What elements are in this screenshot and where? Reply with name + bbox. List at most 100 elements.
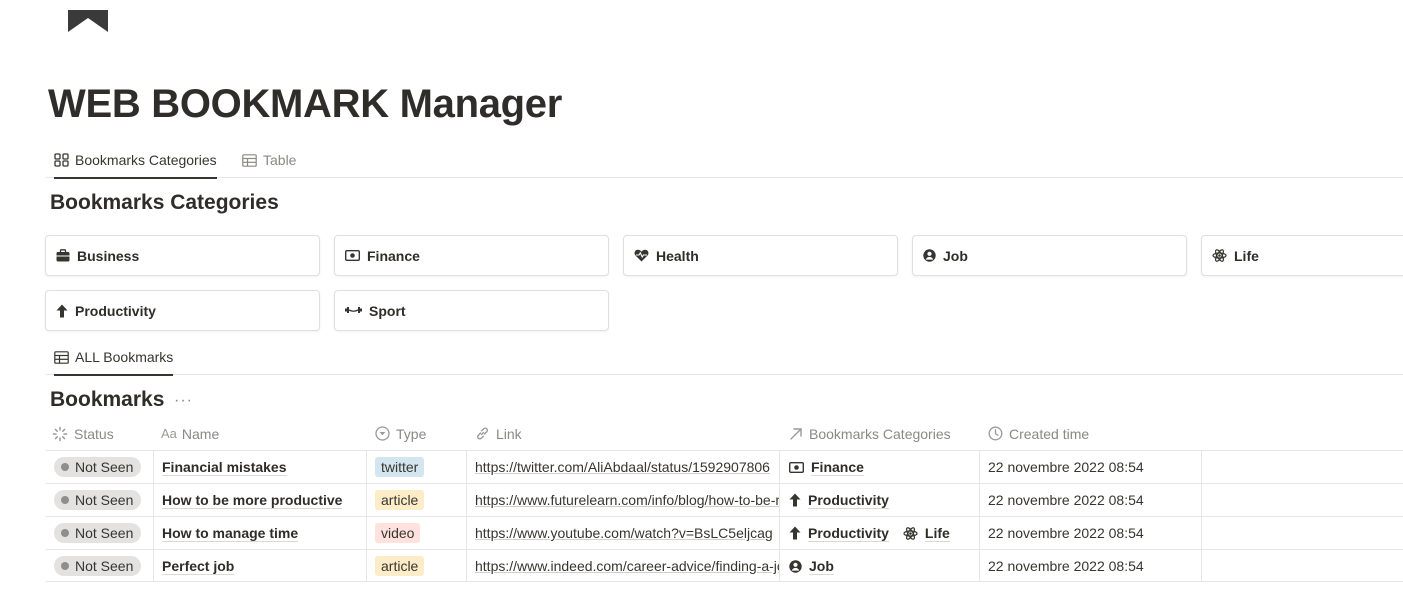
category-card-sport[interactable]: Sport (334, 290, 609, 331)
bookmark-name[interactable]: How to manage time (162, 525, 299, 542)
tab-bookmarks-categories[interactable]: Bookmarks Categories (54, 142, 217, 179)
bookmark-name[interactable]: How to be more productive (162, 492, 343, 509)
created-time-cell: 22 novembre 2022 08:54 (988, 484, 1144, 516)
link-cell[interactable]: https://www.youtube.com/watch?v=BsLC5elj… (475, 517, 779, 549)
view-tabs-bottom: ALL Bookmarks (46, 339, 1403, 376)
page-title[interactable]: WEB BOOKMARK Manager (48, 82, 562, 127)
status-cell[interactable]: Not Seen (54, 484, 142, 516)
categories-section-title[interactable]: Bookmarks Categories (50, 191, 279, 215)
bookmarks-section-title[interactable]: Bookmarks (50, 388, 164, 412)
column-header-label: Created time (1009, 425, 1090, 442)
category-card-label: Health (656, 247, 699, 264)
status-badge: Not Seen (54, 457, 142, 477)
table-row[interactable]: Not Seen Financial mistakes twitter http… (46, 450, 1403, 483)
bookmark-link[interactable]: https://twitter.com/AliAbdaal/status/159… (475, 459, 770, 475)
arrow-up-icon (789, 526, 801, 540)
tab-label: Table (263, 152, 297, 168)
link-cell[interactable]: https://www.futurelearn.com/info/blog/ho… (475, 484, 779, 516)
categories-cell[interactable]: Productivity (789, 484, 977, 516)
gallery-icon (54, 153, 69, 167)
column-header-label: Bookmarks Categories (809, 425, 951, 442)
type-cell[interactable]: article (375, 550, 425, 582)
status-text: Not Seen (75, 558, 134, 574)
heart-pulse-icon (634, 249, 649, 262)
created-time-cell: 22 novembre 2022 08:54 (988, 517, 1144, 549)
status-text: Not Seen (75, 525, 134, 541)
column-header-label: Type (396, 425, 427, 442)
category-card-business[interactable]: Business (45, 235, 320, 276)
category-relation-label: Job (809, 557, 834, 575)
type-tag: video (375, 523, 421, 543)
category-relation-life[interactable]: Life (903, 525, 950, 542)
column-header-type[interactable]: Type (375, 417, 426, 450)
name-cell[interactable]: Financial mistakes (162, 451, 362, 483)
status-badge: Not Seen (54, 556, 142, 576)
column-header-bookmarks-categories[interactable]: Bookmarks Categories (789, 417, 951, 450)
category-card-label: Job (943, 247, 968, 264)
tab-all-bookmarks[interactable]: ALL Bookmarks (54, 339, 174, 376)
table-icon (54, 350, 69, 364)
table-icon (242, 153, 257, 167)
category-card-life[interactable]: Life (1201, 235, 1403, 276)
categories-cell[interactable]: Finance (789, 451, 977, 483)
category-relation-productivity[interactable]: Productivity (789, 492, 889, 509)
link-cell[interactable]: https://www.indeed.com/career-advice/fin… (475, 550, 779, 582)
categories-cell[interactable]: Job (789, 550, 977, 582)
column-header-name[interactable]: Aa Name (161, 417, 219, 450)
created-time: 22 novembre 2022 08:54 (988, 525, 1144, 541)
category-card-job[interactable]: Job (912, 235, 1187, 276)
view-tabs-top: Bookmarks Categories Table (46, 142, 1403, 179)
bookmark-link[interactable]: https://www.youtube.com/watch?v=BsLC5elj… (475, 525, 773, 541)
table-row[interactable]: Not Seen How to manage time video https:… (46, 516, 1403, 549)
created-time: 22 novembre 2022 08:54 (988, 558, 1144, 574)
clock-icon (988, 426, 1003, 441)
more-options-icon[interactable]: ··· (174, 392, 193, 410)
link-cell[interactable]: https://twitter.com/AliAbdaal/status/159… (475, 451, 779, 483)
status-text: Not Seen (75, 459, 134, 475)
type-cell[interactable]: article (375, 484, 425, 516)
categories-cell[interactable]: Productivity Life (789, 517, 977, 549)
tab-table[interactable]: Table (242, 142, 296, 178)
table-header: Status Aa Name Type Link Bookmarks Categ… (46, 417, 1403, 450)
created-time: 22 novembre 2022 08:54 (988, 492, 1144, 508)
atom-icon (903, 526, 918, 540)
bookmark-name[interactable]: Perfect job (162, 558, 235, 575)
created-time: 22 novembre 2022 08:54 (988, 459, 1144, 475)
name-cell[interactable]: Perfect job (162, 550, 362, 582)
status-badge: Not Seen (54, 523, 142, 543)
category-relation-job[interactable]: Job (789, 558, 834, 575)
status-cell[interactable]: Not Seen (54, 451, 142, 483)
bookmark-link[interactable]: https://www.futurelearn.com/info/blog/ho… (475, 492, 779, 508)
created-time-cell: 22 novembre 2022 08:54 (988, 451, 1144, 483)
column-header-created-time[interactable]: Created time (988, 417, 1089, 450)
category-card-finance[interactable]: Finance (334, 235, 609, 276)
bookmarks-table: Status Aa Name Type Link Bookmarks Categ… (46, 417, 1403, 582)
status-cell[interactable]: Not Seen (54, 550, 142, 582)
notion-page-icon[interactable] (68, 10, 108, 32)
type-cell[interactable]: video (375, 517, 421, 549)
category-card-label: Productivity (75, 302, 156, 319)
bookmark-link[interactable]: https://www.indeed.com/career-advice/fin… (475, 558, 779, 574)
name-cell[interactable]: How to be more productive (162, 484, 362, 516)
money-icon (789, 461, 804, 473)
type-cell[interactable]: twitter (375, 451, 425, 483)
column-header-label: Status (74, 425, 114, 442)
category-card-label: Business (77, 247, 140, 264)
bookmark-name[interactable]: Financial mistakes (162, 459, 287, 476)
status-text: Not Seen (75, 492, 134, 508)
category-relation-label: Productivity (808, 491, 889, 509)
category-relation-finance[interactable]: Finance (789, 459, 864, 476)
status-cell[interactable]: Not Seen (54, 517, 142, 549)
money-icon (345, 250, 360, 261)
type-tag: article (375, 556, 425, 576)
arrow-up-icon (789, 493, 801, 507)
column-header-link[interactable]: Link (475, 417, 522, 450)
category-relation-productivity[interactable]: Productivity (789, 525, 889, 542)
table-row[interactable]: Not Seen Perfect job article https://www… (46, 549, 1403, 582)
category-card-health[interactable]: Health (623, 235, 898, 276)
table-row[interactable]: Not Seen How to be more productive artic… (46, 483, 1403, 516)
category-card-productivity[interactable]: Productivity (45, 290, 320, 331)
name-cell[interactable]: How to manage time (162, 517, 362, 549)
column-header-status[interactable]: Status (52, 417, 114, 450)
category-card-label: Sport (369, 302, 406, 319)
